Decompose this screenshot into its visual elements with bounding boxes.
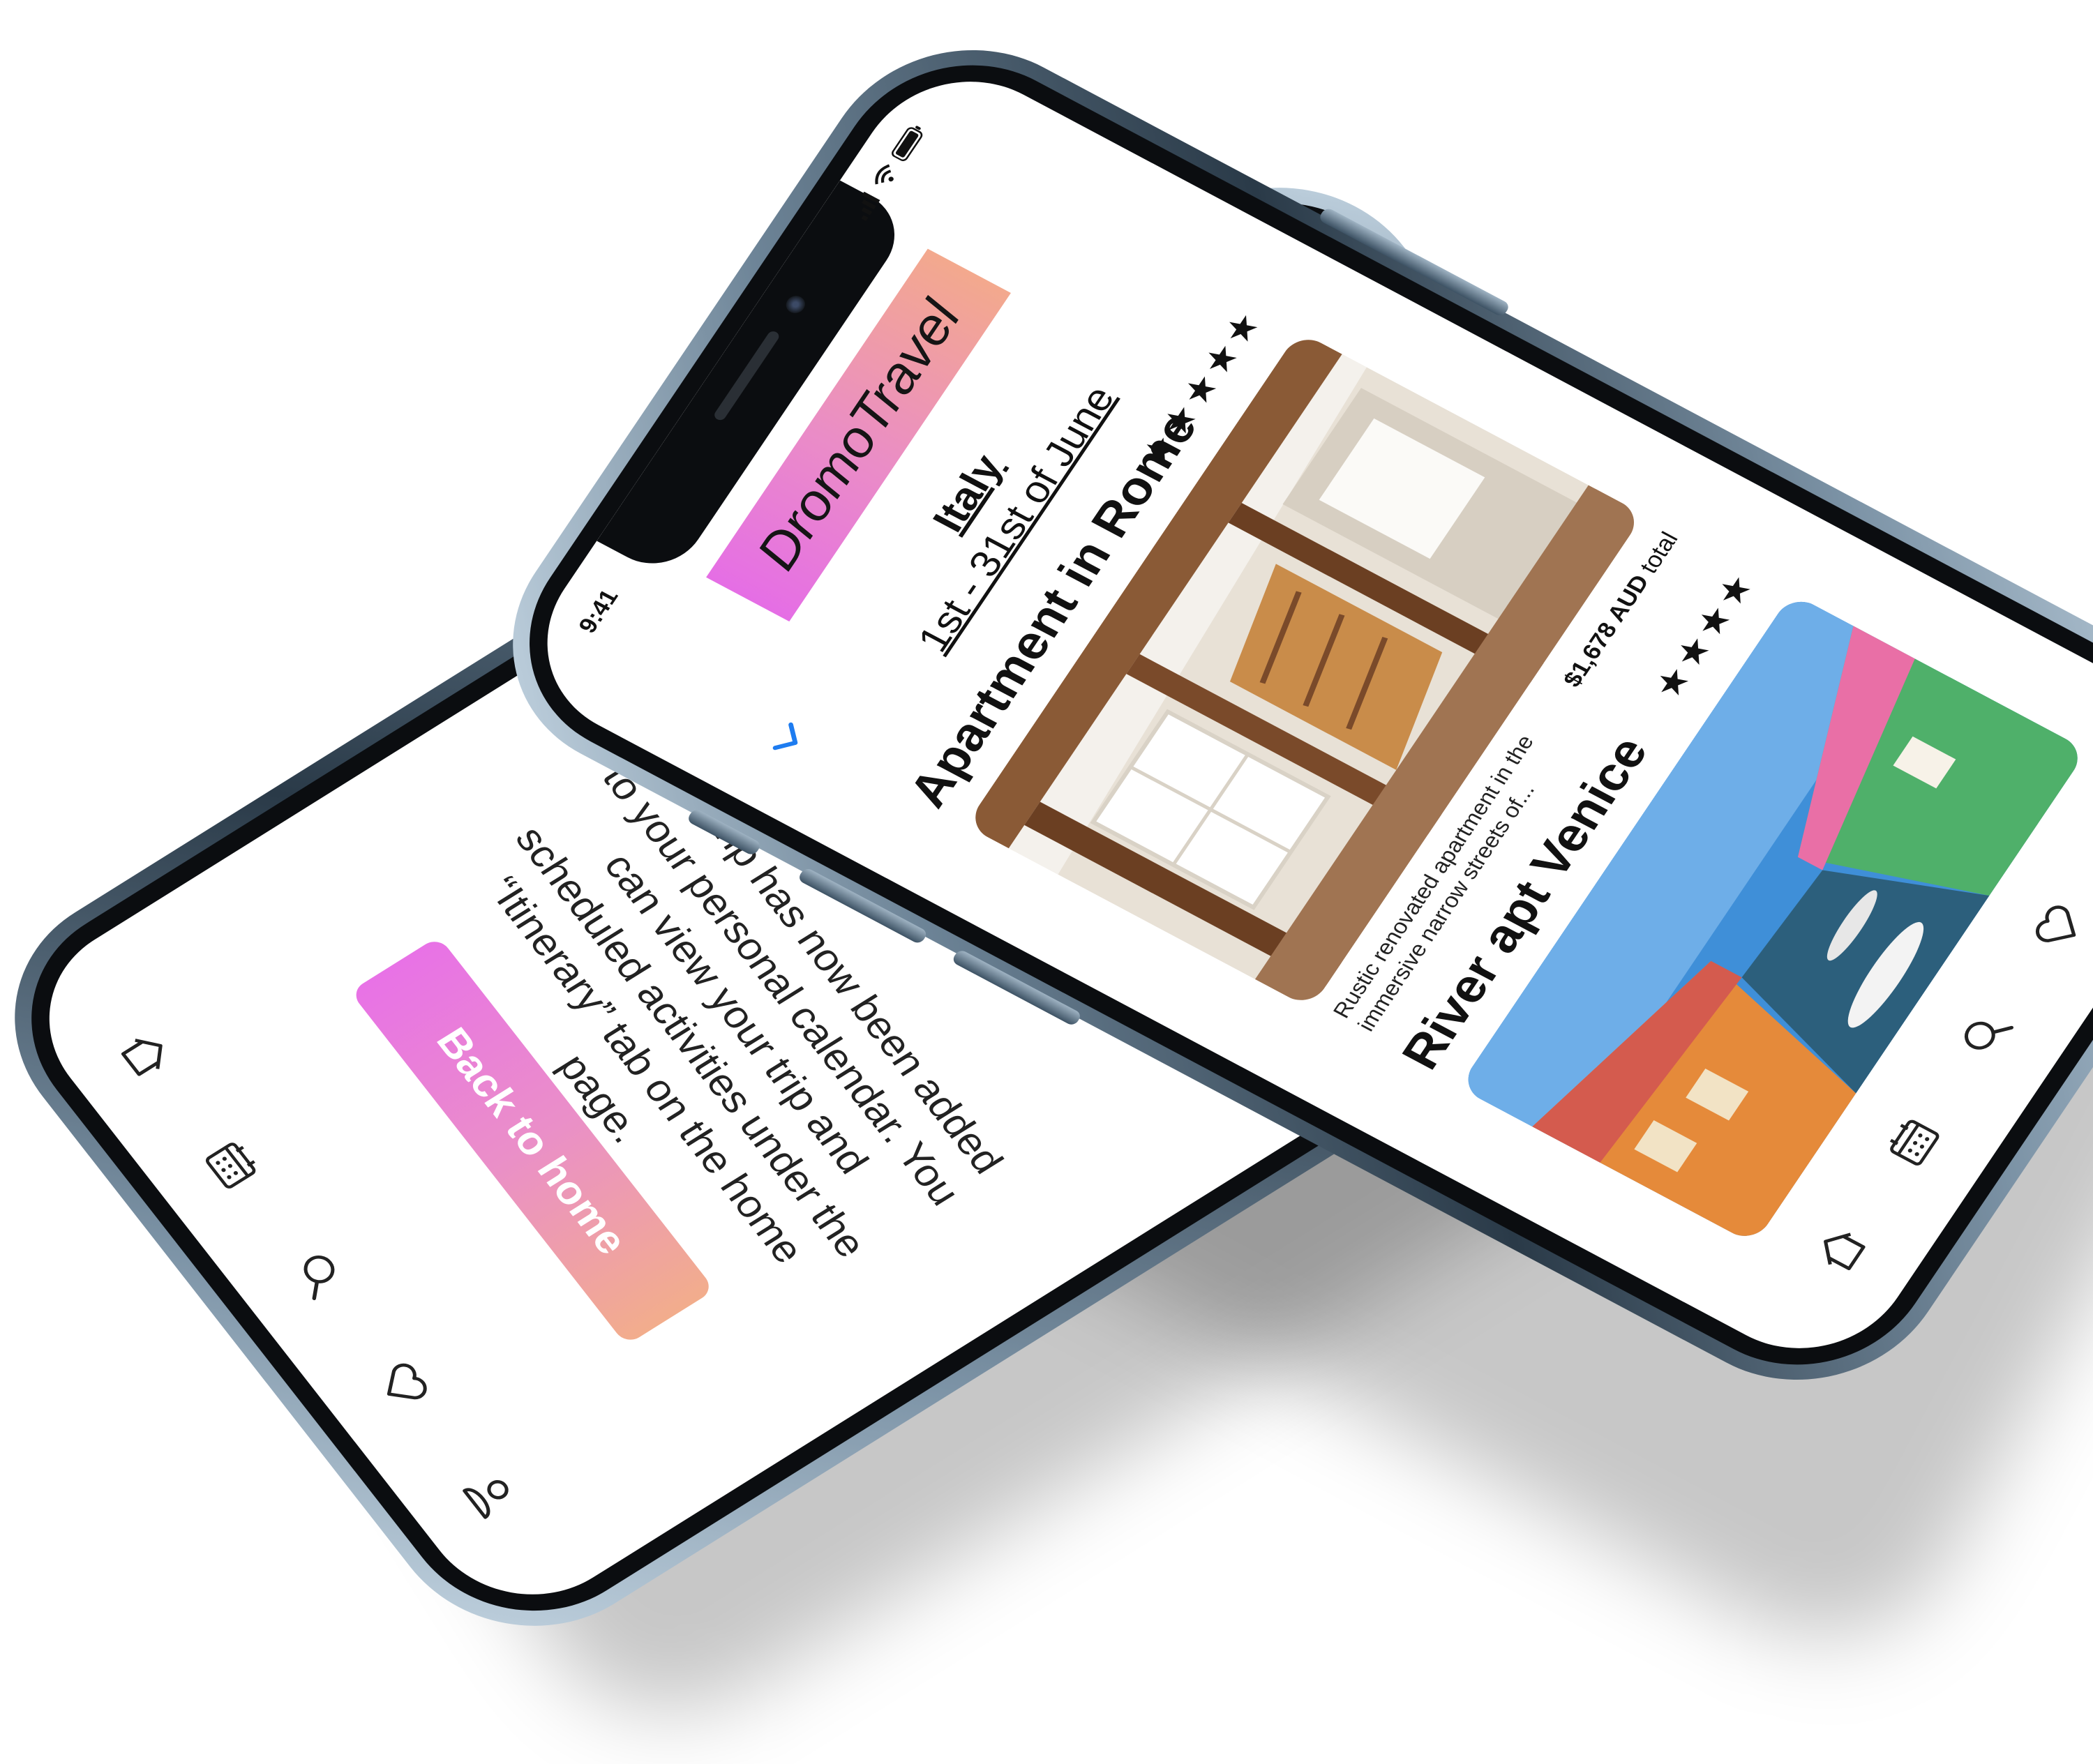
calendar-icon[interactable] (1875, 1108, 1950, 1175)
profile-icon[interactable] (452, 1460, 528, 1528)
home-icon[interactable] (1803, 1216, 1878, 1283)
status-time: 9:41 (573, 585, 624, 638)
heart-icon[interactable] (2020, 893, 2093, 960)
venice-photo[interactable] (1458, 593, 2088, 1245)
battery-icon (892, 126, 923, 161)
price-suffix: total (1635, 527, 1683, 578)
mockup-scene: 9:41 DromoTravel Your trip has (0, 0, 2093, 1764)
home-icon[interactable] (109, 1020, 185, 1089)
front-camera (782, 292, 809, 317)
search-icon[interactable] (1948, 1001, 2023, 1068)
search-icon[interactable] (280, 1240, 357, 1309)
wifi-icon (875, 164, 894, 185)
heart-icon[interactable] (366, 1350, 442, 1419)
calendar-icon[interactable] (195, 1131, 271, 1199)
venice-canal-image (1458, 593, 2088, 1245)
